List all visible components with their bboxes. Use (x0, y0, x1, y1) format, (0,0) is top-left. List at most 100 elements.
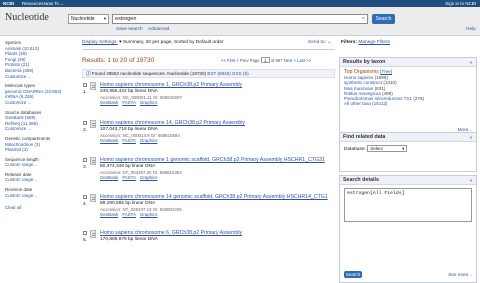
info-icon: ⓘ (86, 71, 91, 76)
fasta-link[interactable]: FASTA (122, 175, 136, 180)
related-database-value: Select (370, 146, 383, 151)
document-icon (90, 157, 96, 165)
page-number-input[interactable]: 1 (260, 57, 270, 63)
see-more-link[interactable]: See more... (448, 272, 472, 277)
search-details-textarea[interactable]: estrogen[All Fields] (344, 188, 472, 222)
record-checkbox[interactable] (83, 121, 87, 125)
related-database-select[interactable]: Select ▼ (367, 145, 408, 152)
graphics-link[interactable]: Graphics (140, 138, 158, 143)
record-links: GenBank FASTA Graphics (100, 175, 161, 180)
details-search-button[interactable]: Search (344, 271, 362, 278)
pager: << First < Prev Page 1 of 987 Next > Las… (221, 57, 311, 63)
graphics-link[interactable]: Graphics (140, 212, 158, 217)
fasta-link[interactable]: FASTA (122, 138, 136, 143)
record-number: 2. (83, 128, 88, 133)
manage-filters-link[interactable]: Manage Filters (358, 40, 390, 45)
filter-item[interactable]: Customize ... (5, 126, 73, 132)
filter-group-source-databases: Source databases GenBank (569) RefSeq (1… (5, 110, 73, 132)
send-to-menu[interactable]: Send to: ⌄ (308, 40, 331, 45)
record-number: 4. (83, 202, 88, 207)
collapse-icon[interactable]: ▼ (469, 58, 473, 67)
filter-group-species: Species Animals (10,613) Plants (28) Fun… (5, 40, 73, 79)
clear-all-link[interactable]: Clear all (5, 205, 73, 211)
search-button[interactable]: Search (372, 14, 395, 24)
result-record: 5. Homo sapiens chromosome 6, GRCh38.p2 … (82, 230, 335, 256)
document-icon (90, 230, 96, 238)
found-tab-est[interactable]: EST (8818) (207, 71, 230, 76)
pager-next[interactable]: Next > (284, 58, 296, 63)
filter-group-sequence-length: Sequence length Custom range... (5, 157, 73, 168)
record-title-link[interactable]: Homo sapiens chromosome 1 genomic scaffo… (100, 157, 325, 163)
filter-group-release-date: Release date Custom range... (5, 172, 73, 183)
ncbi-logo[interactable]: NCBI (3, 0, 14, 7)
found-tab-nucleotide[interactable]: Nucleotide (19730) (167, 71, 206, 76)
filter-item[interactable]: Customize ... (5, 74, 73, 80)
filter-item[interactable]: Plasmid (1) (5, 147, 73, 153)
filter-item[interactable]: Customize ... (5, 100, 73, 106)
fasta-link[interactable]: FASTA (122, 100, 136, 105)
graphics-link[interactable]: Graphics (140, 175, 158, 180)
genbank-link[interactable]: GenBank (100, 212, 118, 217)
filter-item[interactable]: Custom range... (5, 162, 73, 168)
related-box-title: Find related data (343, 134, 386, 140)
found-info-text: Found 28553 nucleotide sequences. (91, 71, 166, 76)
genbank-link[interactable]: GenBank (100, 138, 118, 143)
record-checkbox[interactable] (83, 158, 87, 162)
pager-prev[interactable]: < Prev (236, 58, 248, 63)
genbank-link[interactable]: GenBank (100, 100, 118, 105)
search-input[interactable]: estrogen × (112, 14, 368, 24)
record-number: 5. (83, 238, 88, 243)
display-settings[interactable]: Display Settings: ▾ Summary, 20 per page… (82, 40, 224, 45)
document-icon (90, 194, 96, 202)
search-bar: Nucleotide Nucleotide ▼ estrogen × Searc… (0, 7, 480, 36)
record-checkbox[interactable] (83, 83, 87, 87)
genbank-link[interactable]: GenBank (100, 175, 118, 180)
graphics-link[interactable]: Graphics (140, 100, 158, 105)
collapse-icon[interactable]: ▼ (469, 133, 473, 142)
document-icon (90, 82, 96, 90)
database-select-value: Nucleotide (71, 16, 95, 22)
taxon-box-header[interactable]: Results by taxon ▼ (340, 58, 476, 67)
record-description: 80,374,346 bp linear DNA (100, 164, 156, 169)
filter-item[interactable]: Custom range... (5, 177, 73, 183)
sign-in-link[interactable]: Sign in to NCBI (445, 0, 476, 7)
related-box-header[interactable]: Find related data ▼ (340, 133, 476, 142)
divider (82, 49, 335, 50)
chevron-down-icon: ▼ (103, 16, 107, 21)
record-description: 248,956,422 bp linear DNA (100, 89, 158, 94)
record-title-link[interactable]: Homo sapiens chromosome 14, GRCh38.p2 Pr… (100, 120, 245, 126)
record-description: 170,805,979 bp linear DNA (100, 237, 158, 242)
howto-menu[interactable]: How To ⌄ (44, 0, 64, 7)
pager-page-label: Page (249, 58, 260, 63)
filter-item[interactable]: Custom range... (5, 193, 73, 199)
result-record: 3. Homo sapiens chromosome 1 genomic sca… (82, 157, 335, 183)
record-checkbox[interactable] (83, 195, 87, 199)
clear-icon[interactable]: × (362, 15, 365, 23)
results-by-taxon-box: Results by taxon ▼ Top Organisms [Tree] … (339, 57, 477, 135)
record-title-link[interactable]: Homo sapiens chromosome 6, GRCh38.p2 Pri… (100, 230, 242, 236)
result-record: 4. Homo sapiens chromosome 14 genomic sc… (82, 194, 335, 220)
taxon-tree-link[interactable]: [Tree] (380, 69, 392, 74)
pager-first[interactable]: << First (221, 58, 235, 63)
found-tab-gss[interactable]: GSS (5) (232, 71, 249, 76)
details-box-header[interactable]: Search details ▼ (340, 176, 476, 185)
collapse-icon[interactable]: ▼ (469, 176, 473, 185)
display-settings-label[interactable]: Display Settings: (82, 40, 118, 45)
pager-last[interactable]: Last >> (297, 58, 311, 63)
filter-group-genetic-compartments: Genetic compartments Mitochondrion (3) P… (5, 136, 73, 153)
taxon-count: (278) (413, 96, 425, 102)
record-checkbox[interactable] (83, 231, 87, 235)
help-link[interactable]: Help (466, 27, 476, 32)
record-title-link[interactable]: Homo sapiens chromosome 1, GRCh38.p2 Pri… (100, 82, 242, 88)
fasta-link[interactable]: FASTA (122, 212, 136, 217)
database-select[interactable]: Nucleotide ▼ (68, 14, 109, 24)
all-other-taxa-link[interactable]: All other taxa (15113) (344, 101, 472, 106)
search-term-value: estrogen (115, 16, 137, 22)
results-count: Results: 1 to 20 of 19730 (82, 57, 155, 64)
record-links: GenBank FASTA Graphics (100, 212, 161, 217)
save-search-link[interactable]: Save search (116, 27, 143, 32)
result-record: 2. Homo sapiens chromosome 14, GRCh38.p2… (82, 120, 335, 146)
display-settings-value: Summary, 20 per page, Sorted by Default … (122, 40, 224, 45)
record-title-link[interactable]: Homo sapiens chromosome 14 genomic scaff… (100, 194, 328, 200)
advanced-search-link[interactable]: Advanced (148, 27, 169, 32)
